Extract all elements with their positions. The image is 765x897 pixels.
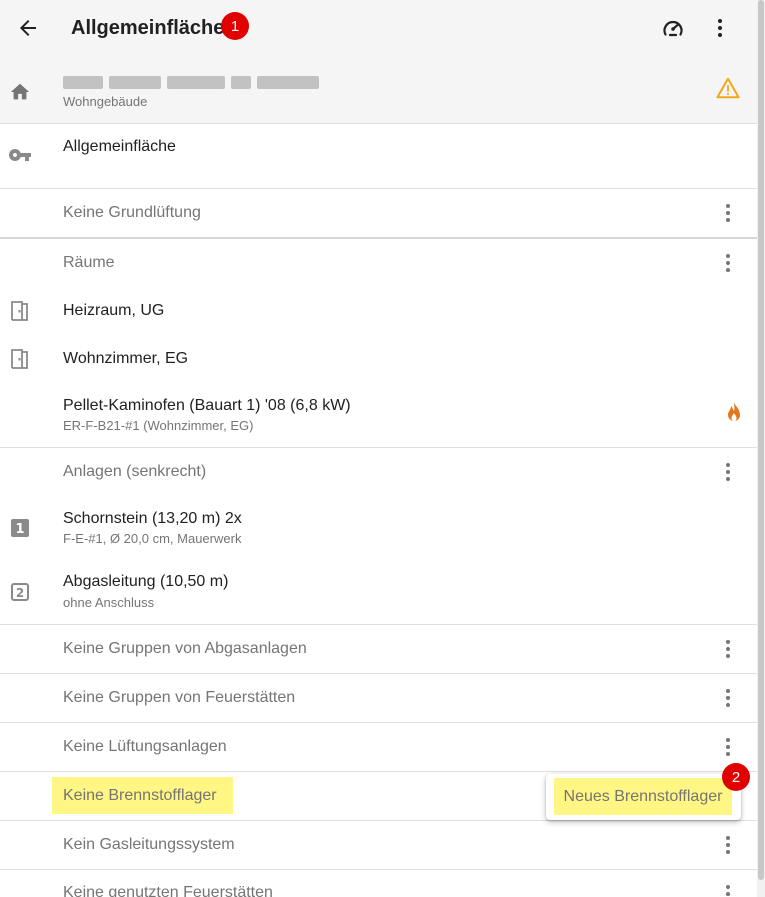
context-menu: Neues Brennstofflager <box>546 774 741 820</box>
app-bar: Allgemeinfläche 1 <box>0 0 757 56</box>
used-fireplaces-row[interactable]: Keine genutzten Feuerstätten <box>0 870 757 897</box>
ventilation-systems-label: Keine Lüftungsanlagen <box>63 738 227 755</box>
number-1-box-icon: 1 <box>8 516 32 540</box>
new-fuel-storage-menu-item[interactable]: Neues Brennstofflager <box>554 778 732 815</box>
ventilation-row[interactable]: Keine Grundlüftung <box>0 189 757 237</box>
room-label: Heizraum, UG <box>63 302 165 319</box>
system-row-schornstein[interactable]: 1 Schornstein (13,20 m) 2x F-E-#1, Ø 20,… <box>0 496 757 560</box>
annotation-badge-1: 1 <box>221 12 249 40</box>
more-vert-icon <box>726 689 730 707</box>
rooms-section-header: Räume <box>0 239 757 287</box>
systems-section-header: Anlagen (senkrecht) <box>0 448 757 496</box>
ventilation-label: Keine Grundlüftung <box>63 204 201 221</box>
gauge-icon <box>663 20 683 37</box>
door-icon <box>8 347 32 371</box>
svg-text:1: 1 <box>15 522 24 537</box>
fireplace-groups-more-button[interactable] <box>716 686 740 710</box>
exhaust-groups-row[interactable]: Keine Gruppen von Abgasanlagen <box>0 625 757 674</box>
overflow-menu-button[interactable] <box>704 12 736 44</box>
number-2-box-icon: 2 <box>8 580 32 604</box>
systems-more-button[interactable] <box>716 460 740 484</box>
area-label: Allgemeinfläche <box>63 138 176 155</box>
key-icon <box>8 143 32 167</box>
used-fireplaces-more-button[interactable] <box>716 882 740 897</box>
more-vert-icon <box>726 463 730 481</box>
more-vert-icon <box>726 836 730 854</box>
room-row-heizraum[interactable]: Heizraum, UG <box>0 287 757 335</box>
systems-section-label: Anlagen (senkrecht) <box>63 463 207 480</box>
more-vert-icon <box>726 254 730 272</box>
more-vert-icon <box>726 204 730 222</box>
system-title: Schornstein (13,20 m) 2x <box>63 510 242 527</box>
scrollbar[interactable] <box>757 0 765 897</box>
fireplace-groups-label: Keine Gruppen von Feuerstätten <box>63 689 296 706</box>
system-subtitle: ohne Anschluss <box>63 595 155 610</box>
gas-line-label: Kein Gasleitungssystem <box>63 836 235 853</box>
area-row[interactable]: Allgemeinfläche <box>0 124 757 189</box>
gas-line-row[interactable]: Kein Gasleitungssystem <box>0 821 757 870</box>
room-row-wohnzimmer[interactable]: Wohnzimmer, EG <box>0 335 757 383</box>
room-label: Wohnzimmer, EG <box>63 350 189 367</box>
ventilation-systems-more-button[interactable] <box>716 735 740 759</box>
system-row-abgasleitung[interactable]: 2 Abgasleitung (10,50 m) ohne Anschluss <box>0 560 757 625</box>
door-icon <box>8 299 32 323</box>
fireplace-groups-row[interactable]: Keine Gruppen von Feuerstätten <box>0 674 757 723</box>
warning-icon <box>716 77 740 99</box>
fireplace-subtitle: ER-F-B21-#1 (Wohnzimmer, EG) <box>63 418 254 433</box>
exhaust-groups-label: Keine Gruppen von Abgasanlagen <box>63 640 307 657</box>
fireplace-title: Pellet-Kaminofen (Bauart 1) '08 (6,8 kW) <box>63 397 351 414</box>
rooms-more-button[interactable] <box>716 251 740 275</box>
back-arrow-icon <box>20 20 36 36</box>
rooms-section-label: Räume <box>63 254 115 271</box>
warning-button[interactable] <box>716 76 740 100</box>
page-title: Allgemeinfläche <box>71 17 225 39</box>
gauge-button[interactable] <box>657 12 689 44</box>
annotation-badge-2: 2 <box>722 763 750 791</box>
home-icon <box>8 80 32 104</box>
back-button[interactable] <box>12 12 44 44</box>
flame-icon <box>722 400 746 424</box>
more-vert-icon <box>726 885 730 897</box>
fireplace-row[interactable]: Pellet-Kaminofen (Bauart 1) '08 (6,8 kW)… <box>0 383 757 448</box>
system-subtitle: F-E-#1, Ø 20,0 cm, Mauerwerk <box>63 531 242 546</box>
fuel-storage-label: Keine Brennstofflager <box>52 777 233 814</box>
ventilation-more-button[interactable] <box>716 201 740 225</box>
used-fireplaces-label: Keine genutzten Feuerstätten <box>63 884 273 897</box>
building-address-redacted <box>63 72 319 92</box>
more-vert-icon <box>718 19 722 37</box>
exhaust-groups-more-button[interactable] <box>716 637 740 661</box>
more-vert-icon <box>726 738 730 756</box>
more-vert-icon <box>726 640 730 658</box>
gas-line-more-button[interactable] <box>716 833 740 857</box>
system-title: Abgasleitung (10,50 m) <box>63 573 229 590</box>
scrollbar-thumb[interactable] <box>758 0 764 880</box>
building-type: Wohngebäude <box>63 94 148 109</box>
ventilation-systems-row[interactable]: Keine Lüftungsanlagen <box>0 723 757 772</box>
svg-text:2: 2 <box>16 586 24 600</box>
